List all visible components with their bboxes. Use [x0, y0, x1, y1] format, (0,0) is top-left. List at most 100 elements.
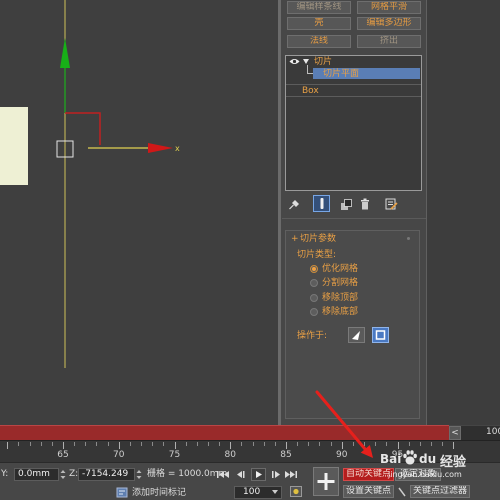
make-unique-icon[interactable]: [340, 198, 353, 211]
polygon-mode-icon: [375, 330, 386, 340]
track-bar-tick: [85, 442, 87, 446]
rollout-toggle[interactable]: +: [291, 234, 299, 244]
option-label[interactable]: 移除顶部: [322, 293, 358, 303]
track-bar-tick: [40, 442, 42, 446]
track-bar-tick: [319, 442, 321, 446]
current-frame-value: 100: [243, 487, 261, 497]
time-tag-icon[interactable]: [116, 486, 128, 498]
radio-split-mesh[interactable]: [310, 279, 318, 287]
show-end-result-icon[interactable]: [313, 195, 330, 212]
add-key-icon: [317, 473, 335, 490]
baidu-paw-logo-icon: [402, 449, 418, 466]
stack-item-box[interactable]: Box: [302, 86, 319, 96]
eye-icon[interactable]: [289, 58, 300, 65]
track-bar-tick: [141, 442, 143, 446]
set-key-big-button[interactable]: [313, 467, 339, 496]
track-bar-tick: [286, 442, 287, 449]
face-mode-button[interactable]: [348, 327, 365, 343]
set-key-button[interactable]: 设置关键点: [343, 485, 394, 498]
time-slider-frame-readout[interactable]: 100: [461, 426, 500, 440]
track-bar-frame-label: 75: [168, 450, 181, 460]
track-bar-tick: [207, 442, 209, 446]
track-bar-tick: [74, 442, 76, 446]
operate-on-label: 操作于:: [297, 331, 328, 341]
stack-item-label: 切片平面: [323, 69, 360, 79]
radio-remove-top[interactable]: [310, 294, 318, 302]
y-coordinate-field[interactable]: 0.0mm: [14, 468, 59, 481]
transform-gizmo[interactable]: x: [0, 0, 278, 425]
face-mode-icon: [352, 331, 360, 340]
key-filters-button[interactable]: 关键点过滤器: [410, 485, 470, 498]
expand-triangle-icon[interactable]: [303, 59, 309, 64]
add-time-tag-label[interactable]: 添加时间标记: [132, 488, 186, 499]
track-bar-frame-label: 65: [57, 450, 69, 460]
track-bar-frame-label: 70: [113, 450, 125, 460]
modifier-button[interactable]: 网格平滑: [357, 1, 421, 14]
track-bar-tick: [308, 442, 310, 446]
time-slider[interactable]: [0, 425, 449, 440]
go-to-end-icon[interactable]: [284, 468, 298, 481]
track-bar-tick: [63, 442, 64, 449]
viewport[interactable]: x: [0, 0, 278, 425]
track-bar-tick: [107, 442, 109, 446]
track-bar-tick: [230, 442, 232, 449]
track-bar-frame-label: 90: [336, 450, 348, 460]
track-bar-tick: [29, 442, 31, 446]
key-icon[interactable]: [397, 486, 407, 498]
watermark-brand-left: Bai: [380, 452, 402, 466]
time-slider-prev-button[interactable]: <: [449, 426, 461, 440]
radio-optimize-mesh[interactable]: [310, 265, 318, 273]
go-to-start-icon[interactable]: [216, 468, 230, 481]
baidu-jingyan-watermark: Bai du 经验 jingyan.baidu.com: [378, 446, 500, 486]
configure-modifier-sets-icon[interactable]: [385, 198, 398, 210]
y-spinner-icon[interactable]: [60, 468, 66, 481]
option-label[interactable]: 优化网格: [322, 264, 358, 274]
remove-modifier-icon[interactable]: [360, 198, 370, 210]
track-bar-tick: [375, 442, 377, 446]
gizmo-x-arrow-icon[interactable]: [148, 143, 173, 153]
z-spinner-icon[interactable]: [136, 468, 142, 481]
modifier-button[interactable]: 壳: [287, 17, 351, 30]
radio-remove-bottom[interactable]: [310, 308, 318, 316]
modifier-button[interactable]: 挤出: [357, 35, 421, 48]
rollout-title[interactable]: 切片参数: [300, 234, 336, 244]
modifier-stack-list[interactable]: 切片 切片平面 Box: [285, 55, 422, 191]
track-bar-tick: [118, 442, 120, 449]
track-bar-tick: [297, 442, 299, 446]
z-coordinate-field[interactable]: -7154.249: [78, 468, 135, 481]
frame-dropdown-arrow-icon[interactable]: [272, 490, 278, 494]
watermark-url: jingyan.baidu.com: [388, 470, 462, 479]
track-bar-tick: [185, 442, 187, 446]
play-icon[interactable]: [251, 468, 266, 481]
polygon-mode-button[interactable]: [372, 327, 389, 343]
track-bar-tick: [51, 442, 53, 446]
track-bar-frame-label: 80: [224, 450, 236, 460]
gizmo-xy-plane-handle[interactable]: [65, 112, 101, 145]
track-bar-tick: [274, 442, 276, 446]
previous-frame-icon[interactable]: [234, 468, 248, 481]
track-bar-tick: [7, 442, 9, 449]
gizmo-axis-label: x: [175, 144, 180, 153]
pin-stack-icon[interactable]: [288, 198, 300, 210]
track-bar-tick: [196, 442, 198, 446]
modifier-button[interactable]: 编辑多边形: [357, 17, 421, 30]
modifier-button[interactable]: 编辑样条线: [287, 1, 351, 14]
track-bar-tick: [129, 442, 131, 446]
gizmo-y-arrow-icon[interactable]: [60, 38, 70, 68]
option-label[interactable]: 分割网格: [322, 278, 358, 288]
next-frame-icon[interactable]: [269, 468, 283, 481]
rollout-dot-icon: [407, 237, 410, 240]
command-panel-scroll-area[interactable]: [426, 0, 500, 425]
panel-divider: [282, 218, 426, 219]
option-label[interactable]: 移除底部: [322, 307, 358, 317]
z-coordinate-label: Z:: [69, 469, 79, 479]
stack-item-slice[interactable]: 切片: [314, 57, 332, 67]
app-window: x 编辑样条线 网格平滑 壳 编辑多边形 法线 挤出 切片 切片平面 Box +…: [0, 0, 500, 500]
modifier-button[interactable]: 法线: [287, 35, 351, 48]
track-bar-tick: [18, 442, 20, 446]
y-coordinate-label: Y:: [1, 469, 9, 479]
key-mode-toggle-icon[interactable]: [290, 486, 302, 497]
track-bar-tick: [341, 442, 343, 449]
stack-item-slice-plane[interactable]: 切片平面: [313, 68, 420, 79]
track-bar-tick: [219, 442, 221, 446]
